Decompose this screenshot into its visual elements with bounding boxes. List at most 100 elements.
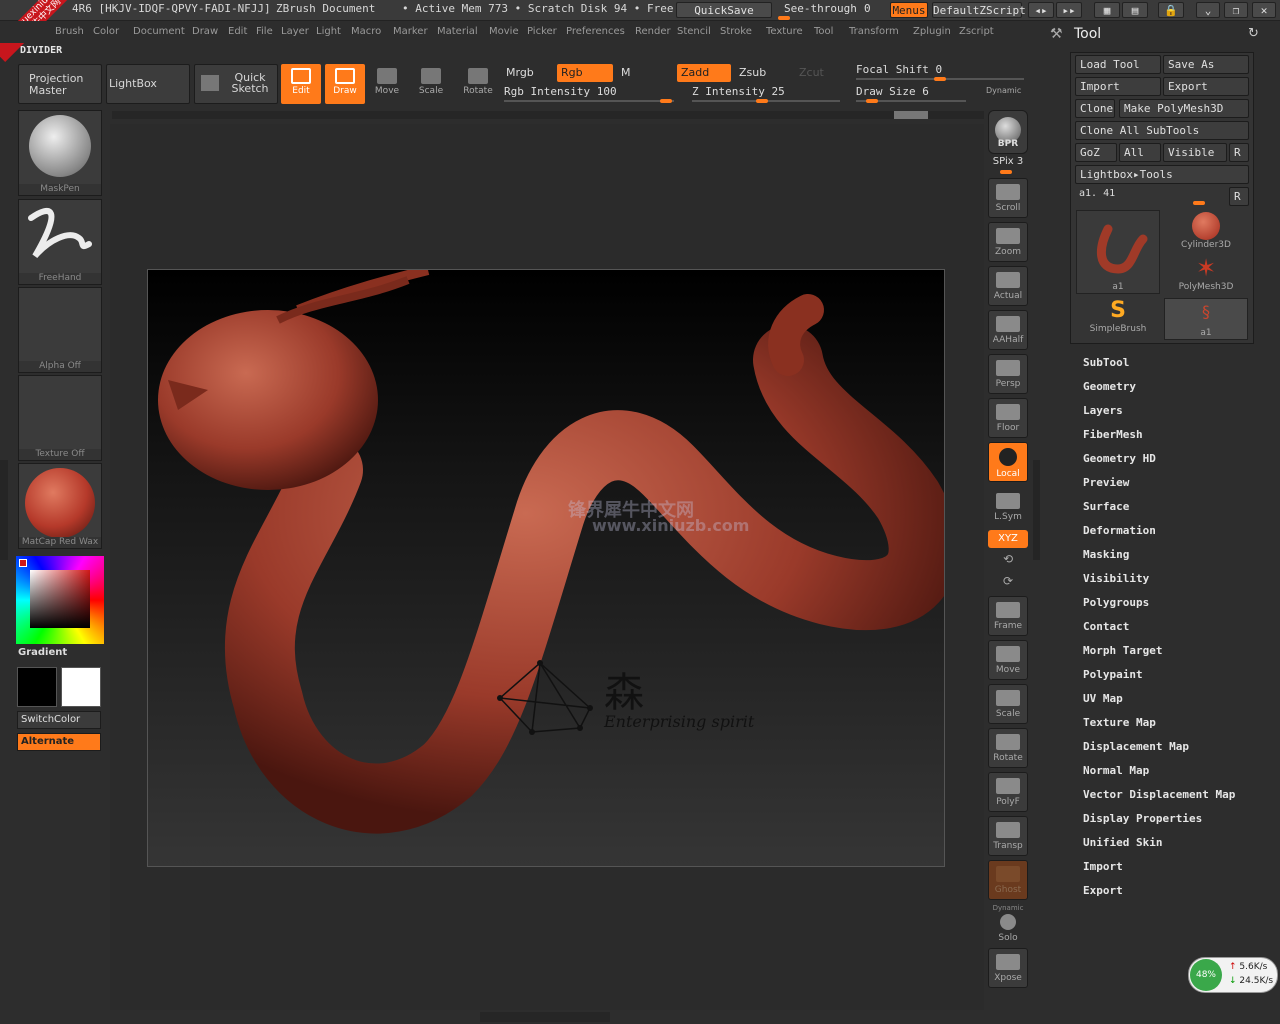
layout-alt-icon[interactable]: ▤ [1122, 2, 1148, 18]
default-zscript-button[interactable]: DefaultZScript [932, 2, 1026, 18]
ghost-button[interactable]: Ghost [988, 860, 1028, 900]
quicksave-button[interactable]: QuickSave [676, 2, 772, 18]
draw-mode-button[interactable]: Draw [325, 64, 365, 104]
lock-icon[interactable]: 🔒 [1158, 2, 1184, 18]
menu-item[interactable]: Preferences [566, 26, 625, 37]
color-picker[interactable] [16, 556, 104, 644]
layout-icon[interactable]: ▦ [1094, 2, 1120, 18]
zadd-button[interactable]: Zadd [677, 64, 731, 82]
tool-thumb-a1-large[interactable]: a1 [1076, 210, 1160, 294]
document-scrollbar[interactable] [112, 111, 984, 119]
subpalette-item[interactable]: Unified Skin [1083, 836, 1162, 849]
scale-mode-button[interactable]: Scale [411, 64, 451, 104]
scroll-button[interactable]: Scroll [988, 178, 1028, 218]
transp-button[interactable]: Transp [988, 816, 1028, 856]
subpalette-item[interactable]: Geometry [1083, 380, 1136, 393]
menu-item[interactable]: Zscript [959, 26, 994, 37]
subpalette-item[interactable]: Morph Target [1083, 644, 1162, 657]
dynamic-toggle[interactable]: Dynamic [986, 86, 1021, 95]
menu-item[interactable]: Draw [192, 26, 218, 37]
subpalette-item[interactable]: Display Properties [1083, 812, 1202, 825]
save-as-button[interactable]: Save As [1163, 55, 1249, 74]
menu-item[interactable]: File [256, 26, 273, 37]
subpalette-item[interactable]: Masking [1083, 548, 1129, 561]
current-tool-slider-knob[interactable] [1193, 201, 1205, 205]
alternate-button[interactable]: Alternate [17, 733, 101, 751]
z-intensity-slider[interactable]: Z Intensity 25 [692, 84, 842, 104]
subpalette-item[interactable]: Texture Map [1083, 716, 1156, 729]
menu-item[interactable]: Edit [228, 26, 247, 37]
lightbox-button[interactable]: LightBox [106, 64, 190, 104]
draw-size-slider[interactable]: Draw Size 6 Dynamic [856, 84, 1026, 104]
subpalette-item[interactable]: Displacement Map [1083, 740, 1189, 753]
left-tray-handle[interactable] [0, 460, 8, 560]
secondary-color-swatch[interactable] [61, 667, 101, 707]
subpalette-item[interactable]: Deformation [1083, 524, 1156, 537]
projection-master-button[interactable]: Projection Master [18, 64, 102, 104]
menu-item[interactable]: Picker [527, 26, 557, 37]
switch-color-button[interactable]: SwitchColor [17, 711, 101, 729]
load-tool-button[interactable]: Load Tool [1075, 55, 1161, 74]
menu-item[interactable]: Macro [351, 26, 381, 37]
spix-knob[interactable] [1000, 170, 1012, 174]
bpr-button[interactable]: BPR [988, 110, 1028, 154]
draw-size-knob[interactable] [866, 99, 878, 103]
scroll-left-icon[interactable]: ◂▸ [1028, 2, 1054, 18]
subpalette-item[interactable]: Preview [1083, 476, 1129, 489]
tool-thumb-polymesh[interactable]: ✶ PolyMesh3D [1164, 254, 1248, 296]
polyf-button[interactable]: PolyF [988, 772, 1028, 812]
menu-item[interactable]: Document [133, 26, 185, 37]
color-picker-square[interactable] [30, 570, 90, 628]
zoom-button[interactable]: Zoom [988, 222, 1028, 262]
menu-item[interactable]: Color [93, 26, 119, 37]
material-slot[interactable]: MatCap Red Wax [18, 463, 102, 549]
goz-r-button[interactable]: R [1229, 143, 1249, 162]
minimize-icon[interactable]: ⌄ [1196, 2, 1220, 18]
solo-button[interactable]: Solo [988, 912, 1028, 946]
current-tool-slider[interactable]: a1. 41 [1075, 187, 1225, 207]
rgb-button[interactable]: Rgb [557, 64, 613, 82]
menu-item[interactable]: Marker [393, 26, 428, 37]
stroke-slot[interactable]: FreeHand [18, 199, 102, 285]
zcut-button[interactable]: Zcut [795, 64, 843, 82]
local-button[interactable]: Local [988, 442, 1028, 482]
menu-item[interactable]: Material [437, 26, 478, 37]
quick-sketch-button[interactable]: Quick Sketch [194, 64, 278, 104]
tool-r-button[interactable]: R [1229, 187, 1249, 206]
subpalette-item[interactable]: Import [1083, 860, 1123, 873]
brush-slot[interactable]: MaskPen [18, 110, 102, 196]
subpalette-item[interactable]: Surface [1083, 500, 1129, 513]
subpalette-item[interactable]: Contact [1083, 620, 1129, 633]
document-scroll-thumb[interactable] [894, 111, 928, 119]
import-tool-button[interactable]: Import [1075, 77, 1161, 96]
edit-mode-button[interactable]: Edit [281, 64, 321, 104]
mrgb-button[interactable]: Mrgb [502, 64, 552, 82]
texture-slot[interactable]: Texture Off [18, 375, 102, 461]
menu-item[interactable]: Brush [55, 26, 84, 37]
rgb-intensity-knob[interactable] [660, 99, 672, 103]
xpose-button[interactable]: Xpose [988, 948, 1028, 988]
xyz-button[interactable]: XYZ [988, 530, 1028, 548]
make-polymesh-button[interactable]: Make PolyMesh3D [1119, 99, 1249, 118]
rotate-view-button[interactable]: Rotate [988, 728, 1028, 768]
tool-thumb-cylinder[interactable]: Cylinder3D [1164, 210, 1248, 252]
spix-slider[interactable]: SPix 3 [988, 156, 1028, 174]
focal-shift-knob[interactable] [934, 77, 946, 81]
see-through-slider[interactable]: See-through 0 [776, 1, 884, 20]
scroll-right-icon[interactable]: ▸▸ [1056, 2, 1082, 18]
subpalette-item[interactable]: Vector Displacement Map [1083, 788, 1235, 801]
move-view-button[interactable]: Move [988, 640, 1028, 680]
move-mode-button[interactable]: Move [367, 64, 407, 104]
m-button[interactable]: M [617, 64, 673, 82]
floor-button[interactable]: Floor [988, 398, 1028, 438]
subpalette-item[interactable]: Polygroups [1083, 596, 1149, 609]
zsub-button[interactable]: Zsub [735, 64, 791, 82]
subpalette-item[interactable]: UV Map [1083, 692, 1123, 705]
lightbox-tools-button[interactable]: Lightbox▸Tools [1075, 165, 1249, 184]
menu-item[interactable]: Stencil [677, 26, 711, 37]
menu-item[interactable]: Tool [814, 26, 833, 37]
export-tool-button[interactable]: Export [1163, 77, 1249, 96]
subpalette-item[interactable]: FiberMesh [1083, 428, 1143, 441]
focal-shift-slider[interactable]: Focal Shift 0 [856, 62, 1026, 82]
close-icon[interactable]: ✕ [1252, 2, 1276, 18]
